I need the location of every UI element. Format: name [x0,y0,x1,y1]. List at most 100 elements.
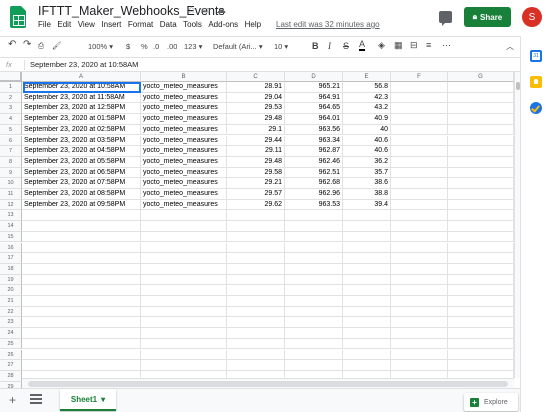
table-cell[interactable]: 962.68 [285,178,343,189]
table-cell[interactable] [141,285,227,296]
table-cell[interactable] [343,317,391,329]
table-cell[interactable] [391,253,448,264]
all-sheets-menu-icon[interactable] [30,394,42,404]
table-cell[interactable]: yocto_meteo_measures [141,199,227,211]
row-header[interactable]: 10 [0,178,22,189]
print-icon[interactable]: ⎙ [38,41,44,51]
table-cell[interactable]: yocto_meteo_measures [141,178,227,189]
table-cell[interactable]: September 23, 2020 at 10:58AM [22,82,141,93]
menu-item-tools[interactable]: Tools [183,20,202,29]
table-cell[interactable]: 43.2 [343,103,391,115]
table-cell[interactable]: 29.11 [227,146,285,157]
currency-format-button[interactable]: $ [126,42,130,51]
table-cell[interactable]: 964.01 [285,114,343,125]
strikethrough-button[interactable]: S [343,41,349,51]
row-header[interactable]: 7 [0,146,22,157]
undo-icon[interactable]: ↶ [8,39,16,50]
table-cell[interactable]: 962.87 [285,146,343,157]
comment-history-icon[interactable] [439,11,452,26]
table-cell[interactable] [391,103,448,115]
row-header[interactable]: 28 [0,370,22,382]
table-cell[interactable]: 39.4 [343,199,391,211]
table-cell[interactable] [227,285,285,296]
menu-item-view[interactable]: View [78,20,95,29]
italic-button[interactable]: I [328,41,331,51]
table-cell[interactable] [285,242,343,254]
horizontal-scrollbar[interactable] [22,378,514,388]
table-cell[interactable]: September 23, 2020 at 06:58PM [22,167,141,179]
fill-color-icon[interactable]: ◈ [378,40,385,51]
table-cell[interactable] [448,114,514,125]
table-cell[interactable]: yocto_meteo_measures [141,189,227,200]
share-button[interactable]: 🔒︎ Share [464,7,511,27]
table-cell[interactable] [391,306,448,318]
horizontal-scroll-thumb[interactable] [28,381,508,387]
table-cell[interactable]: 40 [343,124,391,136]
row-header[interactable]: 14 [0,221,22,232]
table-cell[interactable]: yocto_meteo_measures [141,92,227,104]
table-cell[interactable] [448,349,514,361]
table-cell[interactable] [227,210,285,222]
menu-item-format[interactable]: Format [128,20,153,29]
table-cell[interactable] [227,317,285,329]
table-cell[interactable] [285,338,343,350]
sheet-tab[interactable]: Sheet1 ▾ [60,389,116,411]
table-cell[interactable]: yocto_meteo_measures [141,124,227,136]
table-cell[interactable] [448,124,514,136]
table-cell[interactable] [285,360,343,371]
table-cell[interactable] [391,210,448,222]
calendar-icon[interactable] [530,50,542,62]
table-cell[interactable] [285,349,343,361]
table-cell[interactable] [141,221,227,232]
table-cell[interactable]: September 23, 2020 at 09:58PM [22,199,141,211]
table-cell[interactable] [391,221,448,232]
table-cell[interactable]: 963.56 [285,124,343,136]
table-cell[interactable] [448,242,514,254]
table-cell[interactable] [22,296,141,307]
table-cell[interactable] [343,285,391,296]
formula-input[interactable]: September 23, 2020 at 10:58AM [30,60,138,69]
table-cell[interactable] [448,296,514,307]
zoom-select[interactable]: 100% ▾ [88,42,113,51]
column-header-f[interactable]: F [391,72,448,82]
table-cell[interactable] [227,263,285,275]
row-header[interactable]: 20 [0,285,22,296]
menu-item-data[interactable]: Data [160,20,177,29]
table-cell[interactable] [22,349,141,361]
table-cell[interactable]: 40.6 [343,135,391,147]
table-cell[interactable]: yocto_meteo_measures [141,114,227,125]
table-cell[interactable] [227,328,285,339]
row-header[interactable]: 26 [0,349,22,361]
table-cell[interactable] [343,263,391,275]
align-icon[interactable]: ≡ [426,40,431,50]
table-cell[interactable] [448,103,514,115]
chevron-down-icon[interactable]: ▾ [101,395,105,404]
table-cell[interactable]: 29.62 [227,199,285,211]
star-icon[interactable]: ☆ [187,5,196,16]
table-cell[interactable]: 38.8 [343,189,391,200]
table-cell[interactable]: 38.6 [343,178,391,189]
table-cell[interactable]: 963.53 [285,199,343,211]
increase-decimal-button[interactable]: .00 [167,42,177,51]
sheets-logo-icon[interactable] [10,6,26,28]
table-cell[interactable] [448,263,514,275]
column-header-d[interactable]: D [285,72,343,82]
table-cell[interactable] [391,263,448,275]
table-cell[interactable] [227,296,285,307]
table-cell[interactable] [285,221,343,232]
table-cell[interactable] [448,178,514,189]
add-sheet-button[interactable]: + [9,393,16,407]
table-cell[interactable]: 29.53 [227,103,285,115]
table-cell[interactable]: yocto_meteo_measures [141,103,227,115]
menu-item-file[interactable]: File [38,20,51,29]
explore-button[interactable]: + Explore [464,393,518,411]
table-cell[interactable] [391,231,448,243]
table-cell[interactable] [227,338,285,350]
table-cell[interactable] [285,317,343,329]
table-cell[interactable] [285,231,343,243]
table-cell[interactable] [391,178,448,189]
table-cell[interactable] [343,306,391,318]
column-header-a[interactable]: A [22,72,141,82]
table-cell[interactable] [391,317,448,329]
table-cell[interactable] [285,328,343,339]
